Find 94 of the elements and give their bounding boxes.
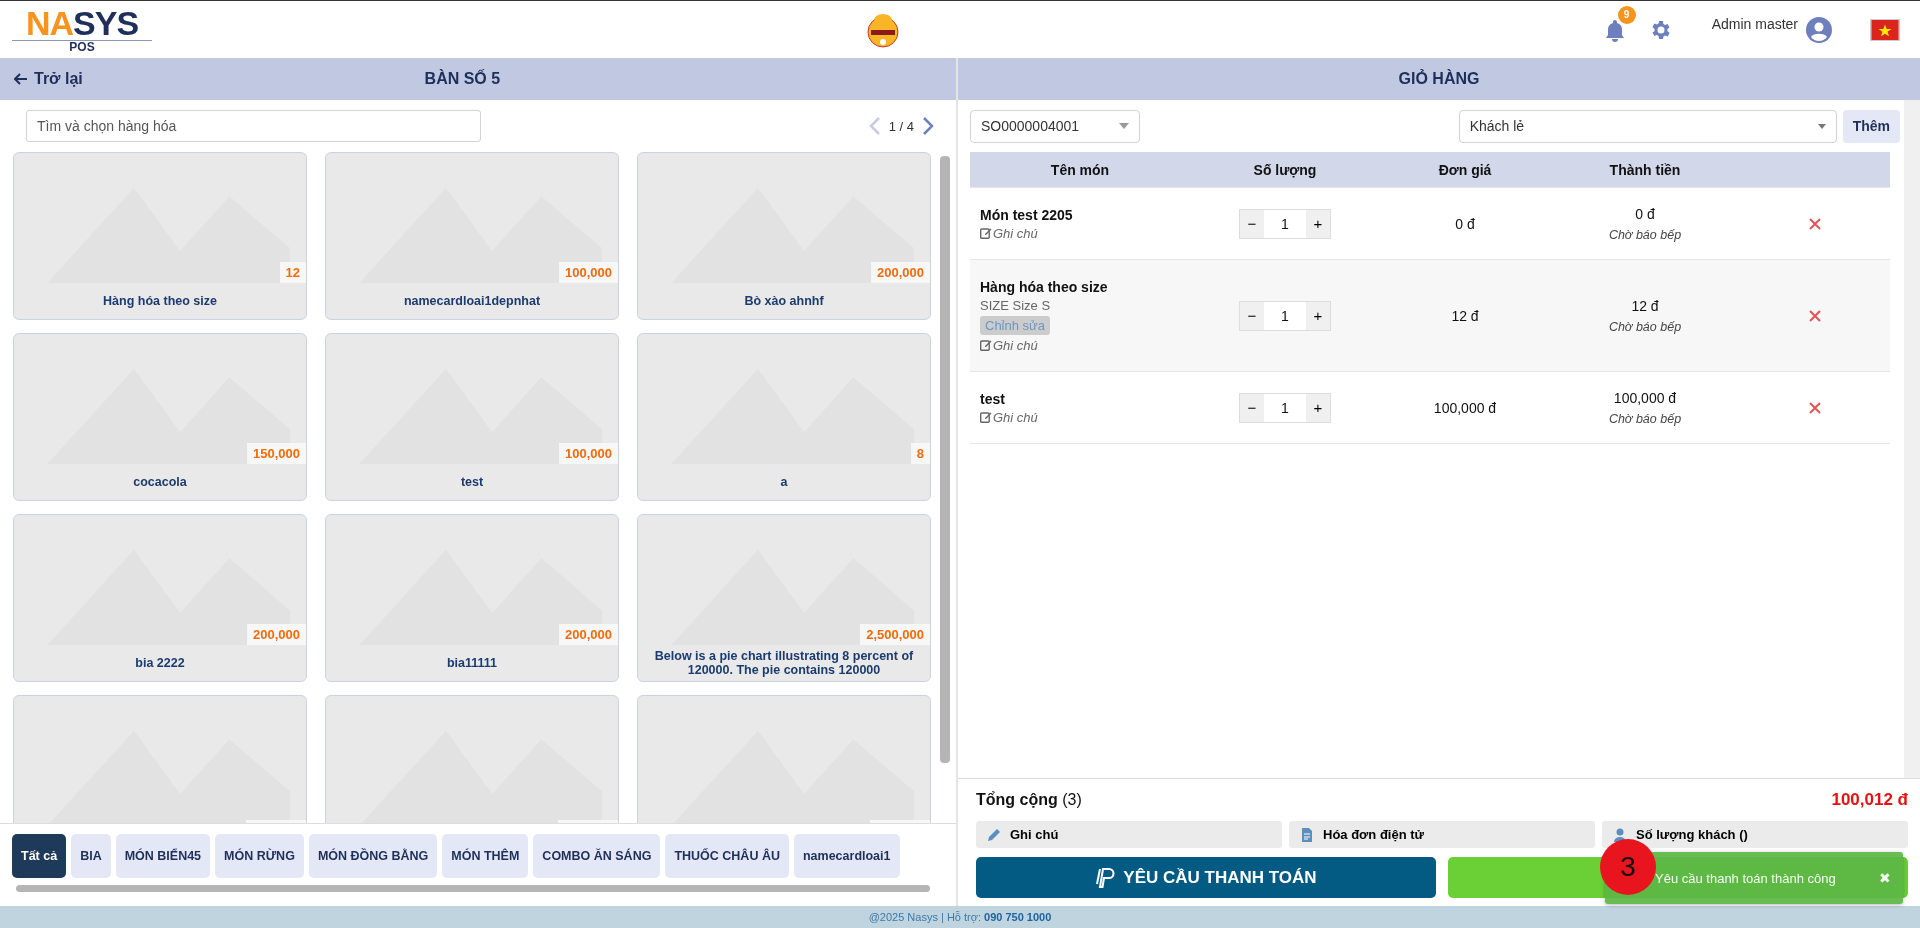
column-header: Tên món: [1049, 161, 1111, 178]
panel-title: BÀN SỐ 5: [424, 70, 501, 88]
option-button[interactable]: Hóa đơn điện tử: [1289, 821, 1595, 848]
category-tab[interactable]: BIA: [71, 834, 111, 878]
item-name: Món test 2205: [980, 206, 1073, 223]
delete-icon[interactable]: [1809, 309, 1821, 322]
price-tag: 100,000: [559, 262, 618, 283]
total-amount: 100,012 đ: [1831, 790, 1908, 810]
column-header: Số lượng: [1252, 161, 1318, 178]
next-page-icon[interactable]: [922, 116, 934, 136]
search-field[interactable]: Tìm và chọn hàng hóa: [26, 110, 481, 142]
pencil-icon: [986, 826, 1002, 843]
payment-request-button[interactable]: YÊU CẦU THANH TOÁN: [976, 857, 1436, 898]
option-button[interactable]: Ghi chú: [976, 821, 1282, 848]
price-tag: 200,000: [247, 624, 306, 645]
product-name: bia11111: [445, 655, 499, 672]
price-tag: 200,000: [559, 624, 618, 645]
item-variant: SIZE Size S: [980, 297, 1051, 313]
product-name: test: [459, 474, 485, 491]
unit-price: 0 đ: [1454, 215, 1476, 232]
note-link[interactable]: Ghi chú: [980, 225, 1038, 241]
category-tab[interactable]: COMBO ĂN SÁNG: [533, 834, 661, 878]
back-arrow-icon: [14, 73, 28, 85]
product-name: cocacola: [132, 474, 188, 491]
kitchen-status: Chờ báo bếp: [1608, 411, 1682, 426]
product-card[interactable]: 100,000 namecardloai1depnhat: [325, 152, 619, 320]
category-tab[interactable]: Tất cả: [12, 834, 67, 878]
category-tab[interactable]: namecardloai1: [793, 834, 900, 878]
delete-icon[interactable]: [1809, 217, 1821, 230]
edit-note-icon: [980, 227, 992, 239]
product-name: Below is a pie chart illustrating 8 percent of 120000. The pie contains 120000: [653, 648, 915, 679]
scrollbar[interactable]: [1904, 100, 1920, 778]
unit-price: 100,000 đ: [1432, 399, 1498, 416]
panel-title: GIỎ HÀNG: [1398, 70, 1480, 88]
item-name: test: [980, 390, 1005, 407]
kitchen-status: Chờ báo bếp: [1608, 227, 1682, 242]
scrollbar[interactable]: [16, 885, 930, 892]
edit-note-icon: [980, 339, 992, 351]
back-button[interactable]: Trở lại: [14, 70, 83, 88]
note-link[interactable]: Ghi chú: [980, 337, 1038, 353]
product-card[interactable]: 200,000 bia 2222: [13, 514, 307, 682]
delete-icon[interactable]: [1809, 401, 1821, 414]
dropdown-caret-icon: [1817, 123, 1826, 129]
product-card[interactable]: 2,500,000 Below is a pie chart illustrating 8 percent of 120000. The pie contains 120000: [637, 514, 931, 682]
line-total: 100,000 đ: [1613, 389, 1677, 406]
footer-text: @2025 Nasys | Hỗ trợ: 090 750 1000: [868, 911, 1052, 923]
notification-count-badge: 9: [1617, 5, 1636, 24]
product-name: a: [779, 474, 789, 491]
product-card[interactable]: 8 a: [637, 333, 931, 501]
column-header: Thành tiền: [1608, 161, 1682, 178]
price-tag: 100,000: [559, 443, 618, 464]
category-tab[interactable]: MÓN THÊM: [442, 834, 529, 878]
page-indicator: 1 / 4: [888, 118, 914, 134]
product-card[interactable]: 150,000 cocacola: [13, 333, 307, 501]
product-name: namecardloai1depnhat: [402, 293, 542, 310]
item-name: Hàng hóa theo size: [980, 278, 1108, 295]
product-card[interactable]: 100,000 test: [325, 333, 619, 501]
document-icon: [1299, 826, 1315, 843]
unit-price: 12 đ: [1450, 307, 1480, 324]
note-link[interactable]: Ghi chú: [980, 409, 1038, 425]
notification-bell-icon[interactable]: [1603, 17, 1626, 42]
add-customer-button[interactable]: Thêm: [1842, 109, 1900, 143]
total-label: Tổng cộng (3): [976, 791, 1082, 809]
product-card[interactable]: 12 Hàng hóa theo size: [13, 152, 307, 320]
line-total: 0 đ: [1635, 205, 1655, 222]
category-tab[interactable]: MÓN BIỂN45: [115, 834, 211, 878]
column-header: Đơn giá: [1437, 161, 1493, 178]
product-name: bia 2222: [134, 655, 186, 672]
toast-message: Yêu cầu thanh toán thành công: [1655, 870, 1836, 886]
logo-subtitle: POS: [12, 39, 152, 54]
customer-select[interactable]: Khách lẻ: [1458, 109, 1837, 143]
product-card[interactable]: 200,000 Bò xào ahnhf: [637, 152, 931, 320]
product-card[interactable]: 200,000 bia11111: [325, 514, 619, 682]
price-tag: 12: [279, 262, 306, 283]
category-tab[interactable]: MÓN ĐỒNG BẰNG: [308, 834, 438, 878]
order-select[interactable]: SO0000004001: [970, 109, 1140, 143]
user-name[interactable]: Admin master: [1711, 15, 1798, 32]
category-tab[interactable]: THUỐC CHÂU ÂU: [665, 834, 789, 878]
kitchen-status: Chờ báo bếp: [1608, 319, 1682, 334]
dropdown-caret-icon: [1119, 123, 1129, 129]
price-tag: 150,000: [247, 443, 306, 464]
flag-icon[interactable]: [1870, 18, 1900, 41]
price-tag: 200,000: [871, 262, 930, 283]
edit-note-icon: [980, 411, 992, 423]
user-avatar-icon[interactable]: [1806, 16, 1832, 43]
product-name: Hàng hóa theo size: [102, 293, 218, 310]
paypal-icon: [1095, 866, 1116, 889]
scrollbar[interactable]: [940, 156, 950, 763]
price-tag: 2,500,000: [860, 624, 930, 645]
line-total: 12 đ: [1631, 297, 1659, 314]
product-name: Bò xào ahnhf: [743, 293, 825, 310]
logo-wordmark: NASYS: [25, 5, 139, 40]
option-button[interactable]: Số lượng khách (): [1602, 821, 1908, 848]
category-tab[interactable]: MÓN RỪNG: [215, 834, 304, 878]
